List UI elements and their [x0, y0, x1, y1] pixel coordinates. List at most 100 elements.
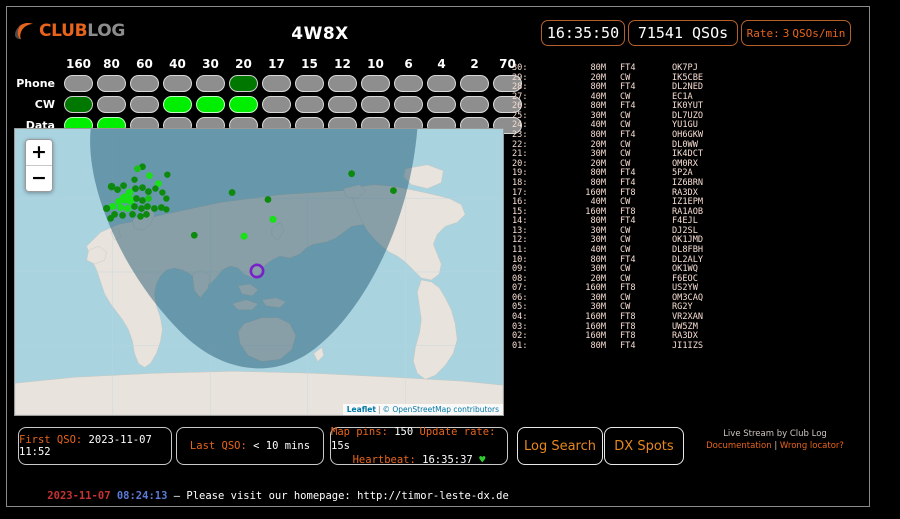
qso-mode: FT4	[620, 177, 636, 188]
heart-icon: ♥	[479, 454, 486, 466]
band-header-17: 17	[268, 57, 285, 71]
clublog-logo[interactable]: CLUBLOG	[14, 22, 125, 40]
qso-mode: FT4	[620, 254, 636, 265]
ticker-date: 2023-11-07	[47, 490, 111, 502]
qso-mode: FT4	[620, 101, 636, 112]
band-cell-cw-6[interactable]	[394, 96, 423, 113]
qso-mode: CW	[620, 244, 631, 255]
update-rate-value: 15s	[331, 440, 350, 452]
clublog-live-stream-page: CLUBLOG 4W8X 16:35:50 71541 QSOs Rate: 3 Q…	[0, 0, 900, 519]
band-cell-cw-10[interactable]	[361, 96, 390, 113]
band-cell-cw-160[interactable]	[64, 96, 93, 113]
wrong-locator-link[interactable]: Wrong locator?	[780, 441, 844, 451]
band-cell-cw-30[interactable]	[196, 96, 225, 113]
band-header-30: 30	[202, 57, 219, 71]
update-rate-label: Update rate:	[419, 426, 496, 438]
news-ticker: 2023-11-07 08:24:13 – Please visit our h…	[22, 478, 509, 514]
band-cell-cw-20[interactable]	[229, 96, 258, 113]
band-cell-phone-60[interactable]	[130, 75, 159, 92]
qso-mode: CW	[620, 273, 631, 284]
qso-mode: CW	[620, 72, 631, 83]
qso-mode: CW	[620, 225, 631, 236]
qso-mode: CW	[620, 120, 631, 131]
band-cell-phone-20[interactable]	[229, 75, 258, 92]
band-header-2: 2	[470, 57, 479, 71]
band-cell-phone-80[interactable]	[97, 75, 126, 92]
credits-block: Live Stream by Club Log Documentation | …	[700, 428, 850, 452]
band-cell-phone-10[interactable]	[361, 75, 390, 92]
qso-mode: FT8	[620, 312, 636, 323]
qso-callsign: JI1IZS	[672, 340, 704, 351]
qso-world-map[interactable]: + − Leaflet | © OpenStreetMap contributors	[14, 128, 504, 416]
band-cell-cw-15[interactable]	[295, 96, 324, 113]
qso-rate: Rate: 3 QSOs/min	[741, 20, 851, 46]
band-header-6: 6	[404, 57, 413, 71]
band-cell-cw-80[interactable]	[97, 96, 126, 113]
map-zoom-control[interactable]: + −	[25, 139, 53, 192]
qso-mode: FT4	[620, 82, 636, 93]
qso-row: 01: 80M FT4 JI1IZS	[512, 340, 712, 352]
qso-mode: FT8	[620, 283, 636, 294]
openstreetmap-link[interactable]: © OpenStreetMap contributors	[382, 405, 499, 414]
map-status-box: Map pins: 150 Update rate: 15s Heartbeat…	[330, 426, 508, 466]
zoom-out-button[interactable]: −	[26, 165, 52, 191]
qso-mode: FT8	[620, 187, 636, 198]
band-cell-cw-60[interactable]	[130, 96, 159, 113]
rate-value: 3	[782, 26, 790, 40]
band-cell-phone-2[interactable]	[460, 75, 489, 92]
band-cell-cw-12[interactable]	[328, 96, 357, 113]
qso-mode: FT4	[620, 216, 636, 227]
band-cell-phone-160[interactable]	[64, 75, 93, 92]
band-cell-cw-2[interactable]	[460, 96, 489, 113]
ticker-message: – Please visit our homepage: http://timo…	[167, 490, 509, 502]
band-header-12: 12	[334, 57, 351, 71]
documentation-link[interactable]: Documentation	[706, 441, 772, 451]
last-qso-value: < 10 mins	[253, 440, 311, 452]
qso-mode: CW	[620, 139, 631, 150]
qso-mode: FT8	[620, 321, 636, 332]
map-attribution[interactable]: Leaflet | © OpenStreetMap contributors	[342, 404, 503, 415]
qso-mode: CW	[620, 264, 631, 275]
band-cell-phone-40[interactable]	[163, 75, 192, 92]
band-matrix-corner	[14, 56, 62, 72]
leaflet-link[interactable]: Leaflet	[347, 405, 376, 414]
map-pins-label: Map pins:	[331, 426, 388, 438]
band-cell-cw-4[interactable]	[427, 96, 456, 113]
band-cell-phone-30[interactable]	[196, 75, 225, 92]
mode-row-label-phone: Phone	[16, 77, 55, 90]
qso-mode: CW	[620, 149, 631, 160]
station-callsign: 4W8X	[291, 24, 349, 44]
log-search-button[interactable]: Log Search	[517, 427, 603, 465]
band-header-60: 60	[136, 57, 153, 71]
map-canvas	[15, 129, 503, 415]
band-cell-phone-15[interactable]	[295, 75, 324, 92]
qso-mode: CW	[620, 235, 631, 246]
band-cell-phone-6[interactable]	[394, 75, 423, 92]
band-cell-phone-17[interactable]	[262, 75, 291, 92]
qso-mode: FT8	[620, 206, 636, 217]
first-qso-box: First QSO: 2023-11-07 11:52	[18, 427, 172, 465]
zoom-in-button[interactable]: +	[26, 140, 52, 165]
band-header-4: 4	[437, 57, 446, 71]
map-pins-value: 150	[394, 426, 414, 438]
qso-mode: FT8	[620, 331, 636, 342]
first-qso-label: First QSO:	[19, 434, 83, 446]
qso-mode: CW	[620, 158, 631, 169]
clublog-swoosh-icon	[15, 23, 33, 40]
last-qso-box: Last QSO: < 10 mins	[176, 427, 324, 465]
qso-index: 01:	[512, 340, 528, 351]
rate-label: Rate:	[746, 26, 780, 40]
rate-unit: QSOs/min	[792, 26, 846, 40]
qso-mode: CW	[620, 302, 631, 313]
qso-mode: FT4	[620, 63, 636, 73]
qso-mode: CW	[620, 197, 631, 208]
mode-row-label-cw: CW	[34, 98, 55, 111]
band-cell-phone-12[interactable]	[328, 75, 357, 92]
band-cell-phone-4[interactable]	[427, 75, 456, 92]
dx-spots-button[interactable]: DX Spots	[604, 427, 684, 465]
band-cell-cw-17[interactable]	[262, 96, 291, 113]
qso-mode: CW	[620, 91, 631, 102]
band-header-40: 40	[169, 57, 186, 71]
band-cell-cw-40[interactable]	[163, 96, 192, 113]
credits-separator: |	[774, 441, 778, 451]
